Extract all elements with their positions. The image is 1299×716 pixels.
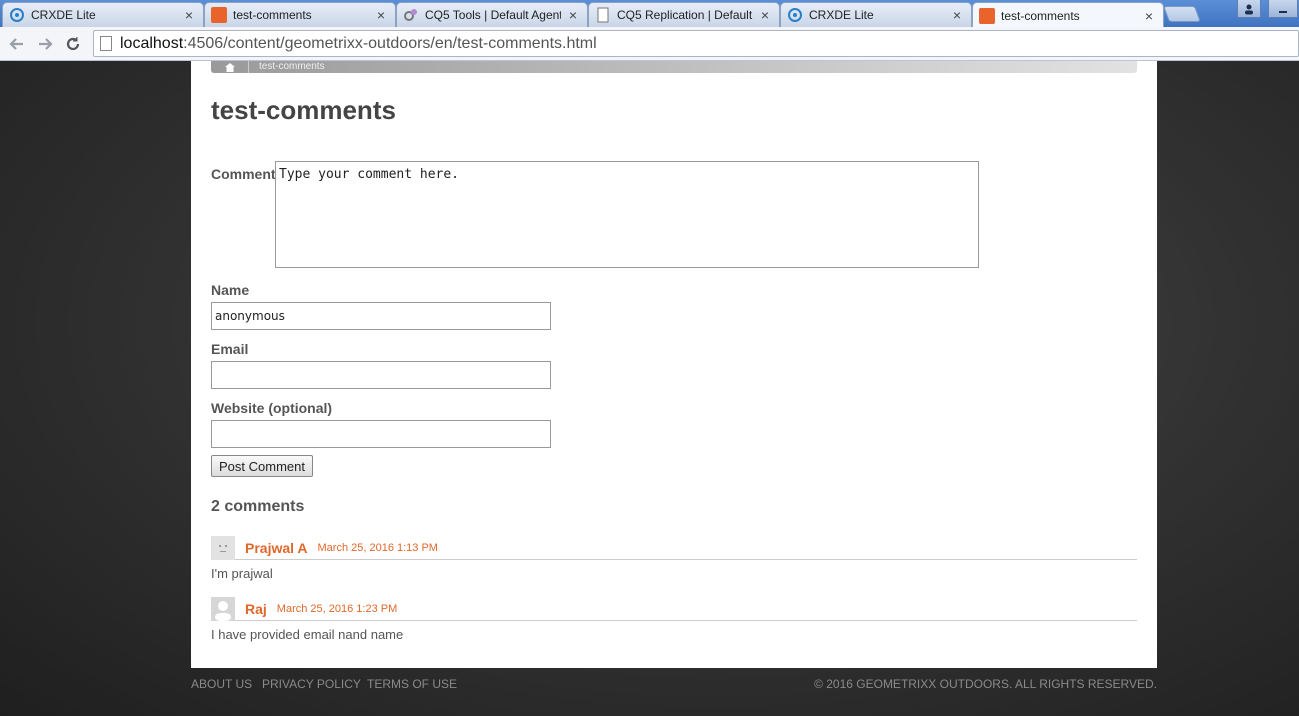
back-arrow-icon[interactable] [6, 33, 28, 55]
comment-text: I have provided email nand name [211, 627, 404, 642]
content-panel: test-comments test-comments Comment Type… [191, 61, 1157, 668]
tab-test-comments-1[interactable]: test-comments × [204, 2, 396, 27]
browser-tab-strip: CRXDE Lite × test-comments × CQ5 Tools |… [0, 0, 1299, 28]
comment-item: Raj March 25, 2016 1:23 PM I have provid… [211, 596, 1137, 642]
website-label: Website (optional) [211, 400, 333, 416]
close-icon[interactable]: × [375, 8, 387, 22]
comment-date: March 25, 2016 1:23 PM [276, 602, 398, 615]
close-icon[interactable]: × [1143, 9, 1155, 23]
avatar-icon [211, 535, 235, 560]
crxde-icon [9, 7, 25, 23]
geometrixx-icon [211, 7, 227, 23]
new-tab-button[interactable] [1163, 6, 1201, 22]
minimize-icon[interactable] [1268, 0, 1298, 18]
user-icon[interactable] [1237, 0, 1261, 18]
tools-icon [403, 7, 419, 23]
email-input[interactable] [211, 361, 551, 389]
crxde-icon [787, 7, 803, 23]
comment-date: March 25, 2016 1:13 PM [317, 541, 438, 554]
page-icon [595, 7, 611, 23]
footer-copyright: © 2016 GEOMETRIXX OUTDOORS. ALL RIGHTS R… [814, 677, 1157, 691]
geometrixx-icon [979, 7, 995, 24]
close-icon[interactable]: × [183, 8, 195, 22]
comment-header: Raj March 25, 2016 1:23 PM [211, 596, 1137, 621]
forward-arrow-icon[interactable] [34, 33, 56, 55]
comment-textarea[interactable]: Type your comment here. [275, 161, 979, 268]
page-icon [100, 36, 112, 51]
comment-author[interactable]: Raj [245, 601, 267, 617]
comment-author[interactable]: Prajwal A [245, 540, 308, 556]
tab-crxde-lite-1[interactable]: CRXDE Lite × [2, 2, 204, 27]
name-label: Name [211, 282, 250, 298]
footer-link-terms[interactable]: TERMS OF USE [367, 677, 457, 691]
footer-link-about[interactable]: ABOUT US [191, 677, 252, 691]
comment-label: Comment [211, 166, 276, 182]
address-bar[interactable]: localhost:4506/content/geometrixx-outdoo… [93, 30, 1299, 57]
reload-icon[interactable] [62, 33, 84, 55]
comment-header: Prajwal A March 25, 2016 1:13 PM [211, 535, 1137, 560]
page-title: test-comments [211, 95, 396, 125]
post-comment-button[interactable]: Post Comment [211, 455, 313, 477]
tab-cq5-replication[interactable]: CQ5 Replication | Default × [588, 2, 780, 27]
url-host: localhost [120, 34, 184, 52]
breadcrumb: test-comments [211, 61, 1137, 73]
close-icon[interactable]: × [951, 8, 963, 22]
comment-count: 2 comments [211, 498, 305, 515]
close-icon[interactable]: × [759, 8, 771, 22]
close-icon[interactable]: × [567, 8, 579, 22]
browser-toolbar: localhost:4506/content/geometrixx-outdoo… [0, 27, 1299, 61]
url-path: :4506/content/geometrixx-outdoors/en/tes… [183, 34, 597, 52]
tab-cq5-tools[interactable]: CQ5 Tools | Default Agent × [396, 2, 588, 27]
tab-test-comments-active[interactable]: test-comments × [972, 2, 1164, 28]
avatar-icon [211, 596, 235, 621]
website-input[interactable] [211, 420, 551, 448]
name-input[interactable] [211, 302, 551, 330]
breadcrumb-current[interactable]: test-comments [259, 62, 325, 72]
comment-item: Prajwal A March 25, 2016 1:13 PM I'm pra… [211, 535, 1137, 581]
email-label: Email [211, 341, 249, 357]
page-background: test-comments test-comments Comment Type… [0, 61, 1299, 716]
home-icon[interactable] [211, 61, 249, 73]
comment-text: I'm prajwal [211, 566, 273, 581]
footer-link-privacy[interactable]: PRIVACY POLICY [262, 677, 361, 691]
tab-crxde-lite-2[interactable]: CRXDE Lite × [780, 2, 972, 27]
